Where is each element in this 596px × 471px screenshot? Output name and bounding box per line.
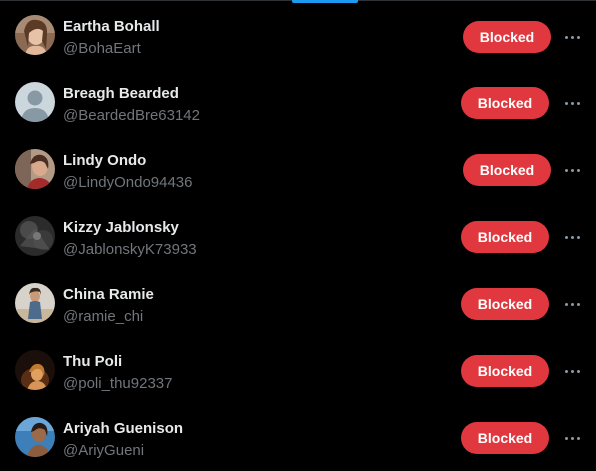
user-name[interactable]: Eartha Bohall	[63, 18, 160, 35]
more-options-icon[interactable]	[562, 294, 582, 314]
blocked-button[interactable]: Blocked	[461, 355, 549, 387]
more-options-icon[interactable]	[562, 27, 582, 47]
user-row[interactable]: China Ramie @ramie_chi Blocked	[0, 270, 596, 337]
user-row[interactable]: Ariyah Guenison @AriyGueni Blocked	[0, 404, 596, 471]
user-handle[interactable]: @LindyOndo94436	[63, 174, 193, 191]
user-handle[interactable]: @JablonskyK73933	[63, 241, 197, 258]
user-row[interactable]: Lindy Ondo @LindyOndo94436 Blocked	[0, 136, 596, 203]
more-options-icon[interactable]	[562, 227, 582, 247]
user-name[interactable]: Thu Poli	[63, 353, 122, 370]
more-options-icon[interactable]	[562, 93, 582, 113]
user-row[interactable]: Breagh Bearded @BeardedBre63142 Blocked	[0, 69, 596, 136]
avatar[interactable]	[15, 417, 55, 457]
user-handle[interactable]: @poli_thu92337	[63, 375, 172, 392]
more-options-icon[interactable]	[562, 361, 582, 381]
avatar[interactable]	[15, 82, 55, 122]
user-name[interactable]: Ariyah Guenison	[63, 420, 183, 437]
user-handle[interactable]: @BohaEart	[63, 40, 141, 57]
more-options-icon[interactable]	[562, 160, 582, 180]
user-row[interactable]: Kizzy Jablonsky @JablonskyK73933 Blocked	[0, 203, 596, 270]
blocked-button[interactable]: Blocked	[461, 288, 549, 320]
user-name[interactable]: China Ramie	[63, 286, 154, 303]
blocked-button[interactable]: Blocked	[461, 422, 549, 454]
blocked-button[interactable]: Blocked	[463, 21, 551, 53]
user-row[interactable]: Eartha Bohall @BohaEart Blocked	[0, 2, 596, 69]
user-name[interactable]: Breagh Bearded	[63, 85, 179, 102]
avatar[interactable]	[15, 350, 55, 390]
avatar[interactable]	[15, 15, 55, 55]
avatar[interactable]	[15, 216, 55, 256]
avatar[interactable]	[15, 149, 55, 189]
avatar[interactable]	[15, 283, 55, 323]
user-handle[interactable]: @AriyGueni	[63, 442, 144, 459]
blocked-button[interactable]: Blocked	[461, 221, 549, 253]
user-handle[interactable]: @ramie_chi	[63, 308, 143, 325]
more-options-icon[interactable]	[562, 428, 582, 448]
blocked-button[interactable]: Blocked	[463, 154, 551, 186]
user-row[interactable]: Thu Poli @poli_thu92337 Blocked	[0, 337, 596, 404]
blocked-button[interactable]: Blocked	[461, 87, 549, 119]
user-name[interactable]: Lindy Ondo	[63, 152, 146, 169]
user-name[interactable]: Kizzy Jablonsky	[63, 219, 179, 236]
user-handle[interactable]: @BeardedBre63142	[63, 107, 200, 124]
